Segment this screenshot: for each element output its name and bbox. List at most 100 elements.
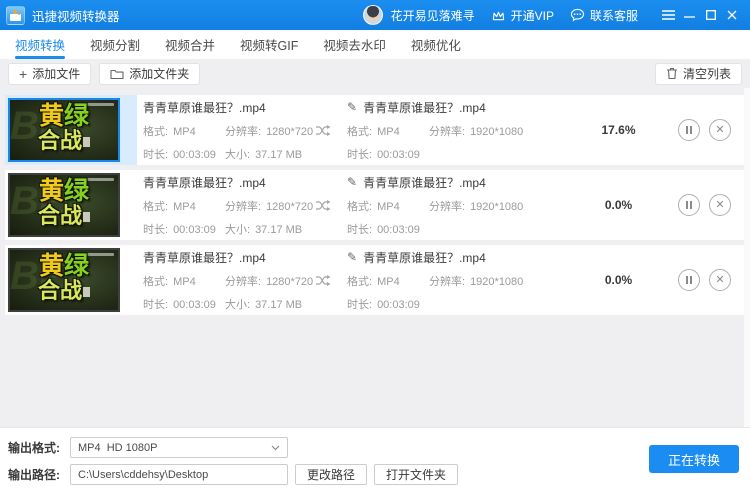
remove-button[interactable]: ✕ xyxy=(709,194,731,216)
footer-bar: 输出格式: MP4 HD 1080P 输出路径: 更改路径 打开文件夹 正在转换 xyxy=(0,427,750,491)
video-thumbnail[interactable]: BE 黄绿 合战 xyxy=(8,173,120,237)
edit-pencil-icon[interactable]: ✎ xyxy=(347,175,357,189)
thumb-corner-mark xyxy=(87,103,114,106)
progress-percent: 0.0% xyxy=(604,273,633,287)
vip-label: 开通VIP xyxy=(510,8,554,23)
chat-icon xyxy=(570,8,585,22)
tab-video-merge[interactable]: 视频合并 xyxy=(165,30,215,59)
tab-video-convert[interactable]: 视频转换 xyxy=(15,30,66,59)
change-path-button[interactable]: 更改路径 xyxy=(295,464,368,485)
video-thumbnail[interactable]: BE 黄绿 合战 xyxy=(8,248,120,312)
thumbnail-cell: BE 黄绿 合战 xyxy=(5,245,137,315)
source-resolution: 1280*720 xyxy=(266,200,314,213)
row-controls: ✕ xyxy=(678,269,731,291)
source-filename: 青青草原谁最狂？.mp4 xyxy=(143,100,266,115)
output-filename: 青青草原谁最狂？.mp4 xyxy=(363,175,486,190)
source-info: 青青草原谁最狂？.mp4 格式: MP4 分辨率: 1280*720 时长: 00:0… xyxy=(143,100,314,161)
close-icon: ✕ xyxy=(715,123,725,136)
thumb-corner-mark xyxy=(87,178,114,181)
output-format-select[interactable]: MP4 HD 1080P xyxy=(70,437,288,458)
support-button[interactable]: 联系客服 xyxy=(570,7,638,24)
source-size: 37.17 MB xyxy=(255,223,303,236)
username[interactable]: 花开易见落难寻 xyxy=(391,7,475,24)
file-row-1[interactable]: BE 黄绿 合战 青青草原谁最狂？.mp4 格式: MP4 分辨率: 1280*72… xyxy=(5,95,744,165)
convert-button[interactable]: 正在转换 xyxy=(649,445,739,473)
tab-video-split[interactable]: 视频分割 xyxy=(90,30,140,59)
edit-pencil-icon[interactable]: ✎ xyxy=(347,100,357,114)
thumbnail-cell: BE 黄绿 合战 xyxy=(5,95,137,165)
output-info: ✎ 青青草原谁最狂？.mp4 格式: MP4 分辨率: 1920*1080 时长: 00… xyxy=(347,99,559,162)
app-window: 迅捷视频转换器 花开易见落难寻 开通VIP 联系客服 视频转换 视频分割 视频合… xyxy=(0,0,750,491)
thumb-mini-badge xyxy=(83,137,91,147)
add-folder-button[interactable]: 添加文件夹 xyxy=(99,62,201,85)
remove-button[interactable]: ✕ xyxy=(709,269,731,291)
output-duration: 00:03:09 xyxy=(377,223,420,236)
tab-video-to-gif[interactable]: 视频转GIF xyxy=(240,30,298,59)
pause-button[interactable] xyxy=(678,119,700,141)
chevron-down-icon xyxy=(271,445,280,450)
trash-icon xyxy=(666,67,677,80)
output-path-label: 输出路径: xyxy=(8,468,60,482)
source-duration: 00:03:09 xyxy=(173,298,216,311)
file-row-2[interactable]: BE 黄绿 合战 青青草原谁最狂？.mp4 格式: MP4 分辨率: 1280*72… xyxy=(5,170,744,240)
add-file-button[interactable]: + 添加文件 xyxy=(8,62,92,85)
pause-icon xyxy=(685,126,693,134)
pause-icon xyxy=(685,276,693,284)
thumbnail-cell: BE 黄绿 合战 xyxy=(5,170,137,240)
add-folder-label: 添加文件夹 xyxy=(129,67,190,81)
app-logo-icon xyxy=(6,5,25,25)
row-controls: ✕ xyxy=(678,119,731,141)
pause-button[interactable] xyxy=(678,194,700,216)
open-folder-button[interactable]: 打开文件夹 xyxy=(374,464,459,485)
output-format: MP4 xyxy=(377,200,400,213)
edit-pencil-icon[interactable]: ✎ xyxy=(347,250,357,264)
maximize-icon[interactable] xyxy=(700,4,721,26)
source-format: MP4 xyxy=(173,125,196,138)
clear-list-label: 清空列表 xyxy=(682,67,731,81)
close-window-icon[interactable] xyxy=(721,4,742,26)
output-resolution: 1920*1080 xyxy=(470,125,524,138)
close-icon: ✕ xyxy=(715,273,725,286)
pause-button[interactable] xyxy=(678,269,700,291)
close-icon: ✕ xyxy=(715,198,725,211)
titlebar-left: 迅捷视频转换器 xyxy=(6,5,120,25)
thumb-title-top: 黄绿 xyxy=(38,177,90,205)
tab-remove-watermark[interactable]: 视频去水印 xyxy=(323,30,386,59)
convert-arrows-icon xyxy=(313,124,333,137)
source-filename: 青青草原谁最狂？.mp4 xyxy=(143,250,266,265)
source-info: 青青草原谁最狂？.mp4 格式: MP4 分辨率: 1280*720 时长: 00:0… xyxy=(143,175,314,236)
progress-percent: 17.6% xyxy=(601,123,636,137)
file-row-3[interactable]: BE 黄绿 合战 青青草原谁最狂？.mp4 格式: MP4 分辨率: 1280*72… xyxy=(5,245,744,315)
pause-icon xyxy=(685,201,693,209)
output-resolution: 1920*1080 xyxy=(470,200,524,213)
toolbar: + 添加文件 添加文件夹 清空列表 xyxy=(0,59,750,88)
tab-video-optimize[interactable]: 视频优化 xyxy=(411,30,461,59)
source-info: 青青草原谁最狂？.mp4 格式: MP4 分辨率: 1280*720 时长: 00:0… xyxy=(143,250,314,311)
thumb-title-bottom: 合战 xyxy=(38,280,91,302)
thumb-title-top: 黄绿 xyxy=(38,102,90,130)
row-controls: ✕ xyxy=(678,194,731,216)
menu-icon[interactable] xyxy=(658,4,679,26)
output-filename: 青青草原谁最狂？.mp4 xyxy=(363,100,486,115)
source-duration: 00:03:09 xyxy=(173,223,216,236)
source-duration: 00:03:09 xyxy=(173,148,216,161)
clear-list-button[interactable]: 清空列表 xyxy=(654,62,742,85)
thumb-mini-badge xyxy=(83,212,91,222)
window-controls xyxy=(658,4,742,26)
vip-button[interactable]: 开通VIP xyxy=(491,7,554,24)
tab-bar: 视频转换 视频分割 视频合并 视频转GIF 视频去水印 视频优化 xyxy=(0,30,750,59)
convert-arrows-icon xyxy=(313,274,333,287)
remove-button[interactable]: ✕ xyxy=(709,119,731,141)
app-title: 迅捷视频转换器 xyxy=(32,9,120,24)
convert-arrows-icon xyxy=(313,199,333,212)
video-thumbnail[interactable]: BE 黄绿 合战 xyxy=(8,98,120,162)
user-avatar[interactable] xyxy=(362,5,383,25)
output-format-value: MP4 HD 1080P xyxy=(78,441,158,454)
add-file-label: 添加文件 xyxy=(32,67,81,81)
output-duration: 00:03:09 xyxy=(377,298,420,311)
minimize-icon[interactable] xyxy=(679,4,700,26)
thumb-mini-badge xyxy=(83,287,91,297)
scrollbar-track[interactable] xyxy=(744,88,750,427)
output-path-input[interactable] xyxy=(70,464,288,485)
crown-icon xyxy=(492,11,504,20)
